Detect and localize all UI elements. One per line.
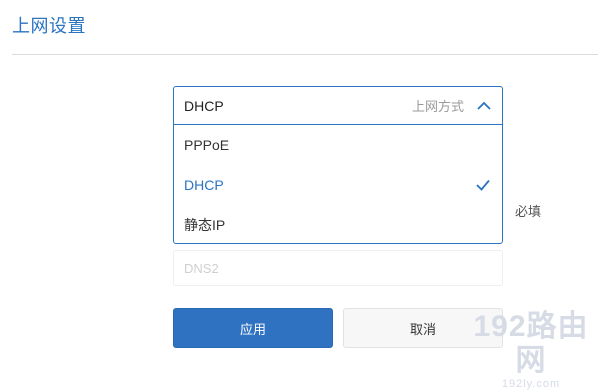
option-label: 静态IP bbox=[184, 217, 226, 233]
connection-type-label: 上网方式 bbox=[411, 99, 464, 114]
option-static-ip[interactable]: 静态IP bbox=[174, 205, 502, 243]
option-label: DHCP bbox=[184, 177, 224, 193]
title-divider bbox=[12, 54, 598, 55]
watermark-main: 192路由网 bbox=[473, 310, 589, 377]
apply-button[interactable]: 应用 bbox=[173, 308, 333, 348]
option-dhcp[interactable]: DHCP bbox=[174, 165, 502, 205]
connection-type-select-head[interactable]: DHCP 上网方式 bbox=[174, 87, 502, 125]
option-pppoe[interactable]: PPPoE bbox=[174, 125, 502, 165]
dns2-input[interactable]: DNS2 bbox=[173, 250, 503, 286]
option-label: PPPoE bbox=[184, 137, 230, 153]
required-hint: 必填 bbox=[515, 204, 542, 219]
chevron-up-icon[interactable] bbox=[476, 98, 492, 114]
connection-type-value: DHCP bbox=[184, 97, 224, 114]
watermark: 192路由网 192ly.com bbox=[466, 310, 596, 390]
connection-type-select[interactable]: DHCP 上网方式 PPPoE DHCP 静态IP bbox=[173, 86, 503, 244]
watermark-sub: 192ly.com bbox=[501, 378, 561, 390]
page-title: 上网设置 bbox=[12, 16, 86, 36]
check-icon bbox=[474, 176, 492, 194]
